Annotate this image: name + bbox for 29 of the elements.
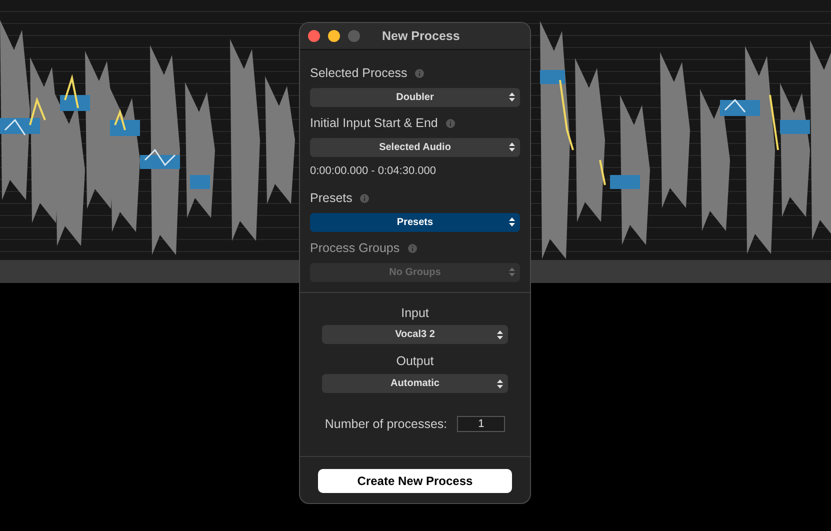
- field-label: Initial Input Start & End: [310, 114, 438, 132]
- info-icon[interactable]: [408, 244, 417, 253]
- field-label: Presets: [310, 190, 352, 207]
- stepper-arrows-icon: [509, 92, 515, 102]
- info-icon[interactable]: [360, 194, 370, 203]
- create-button[interactable]: Create New Process: [318, 468, 512, 493]
- count-label: Number of processes:: [324, 416, 448, 433]
- info-icon[interactable]: [446, 118, 455, 128]
- time-range: 0:00:00.000 - 0:04:30.000: [310, 164, 437, 178]
- popup-button[interactable]: Presets: [310, 212, 520, 232]
- field-label: Selected Process: [310, 65, 408, 82]
- info-icon[interactable]: [415, 68, 424, 78]
- stepper-arrows-icon: [509, 142, 515, 152]
- zoom-button[interactable]: [348, 30, 360, 42]
- count-field[interactable]: 1: [457, 416, 506, 432]
- popup-button[interactable]: Doubler: [310, 88, 520, 107]
- field-label: Process Groups: [310, 240, 400, 257]
- window-title: New Process: [382, 28, 460, 45]
- close-button[interactable]: [308, 30, 320, 42]
- minimize-button[interactable]: [328, 30, 340, 42]
- routing-label: Input: [401, 304, 429, 322]
- stepper-arrows-icon: [497, 379, 503, 388]
- routing-label: Output: [396, 353, 434, 370]
- popup-button[interactable]: Automatic: [322, 374, 508, 393]
- stepper-arrows-icon: [497, 330, 503, 340]
- popup-button[interactable]: Selected Audio: [310, 138, 520, 156]
- popup-button[interactable]: Vocal3 2: [322, 325, 508, 344]
- stepper-arrows-icon: [509, 268, 515, 276]
- stepper-arrows-icon: [509, 218, 515, 227]
